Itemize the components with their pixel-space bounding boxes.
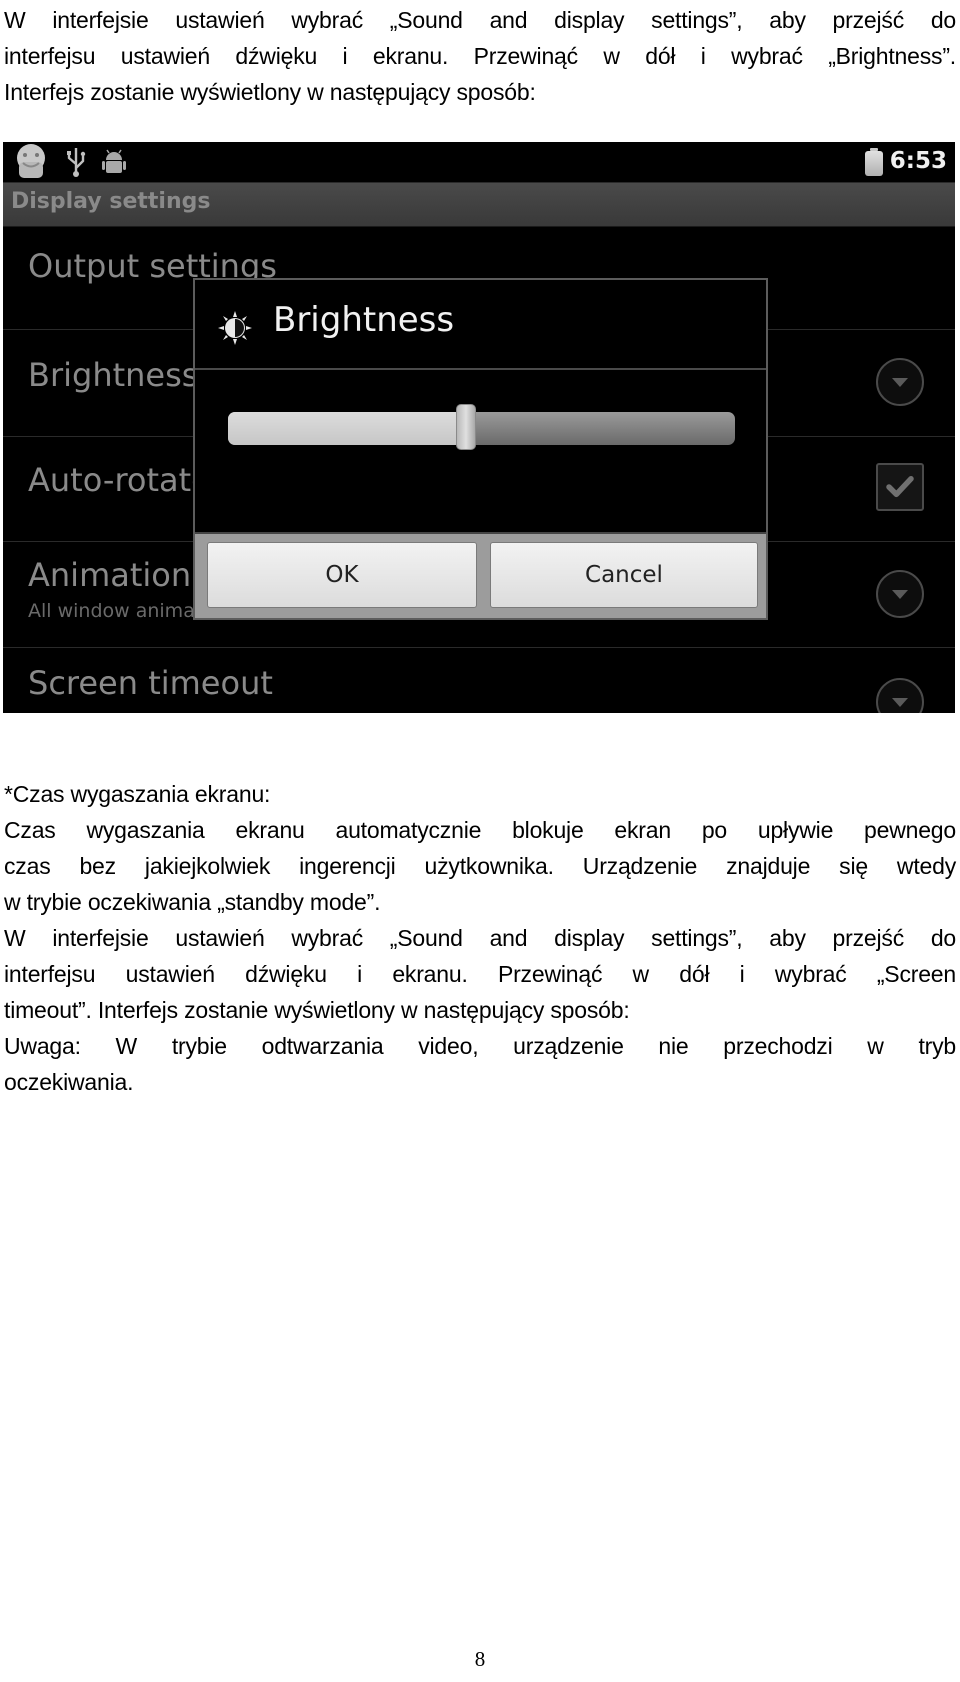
slider-thumb[interactable] bbox=[456, 404, 477, 450]
dialog-title: Brightness bbox=[273, 300, 455, 340]
dialog-button-bar: OK Cancel bbox=[195, 532, 766, 618]
text-line: W interfejsie ustawień wybrać „Sound and… bbox=[4, 925, 956, 951]
section-heading: *Czas wygaszania ekranu: bbox=[4, 781, 271, 807]
setting-title: Animation bbox=[28, 556, 192, 594]
battery-icon bbox=[865, 148, 883, 176]
text-line: interfejsu ustawień dźwięku i ekranu. Pr… bbox=[4, 961, 956, 987]
auto-rotate-checkbox[interactable] bbox=[876, 463, 924, 511]
status-time: 6:53 bbox=[889, 148, 947, 174]
brightness-icon bbox=[218, 311, 252, 345]
setting-title: Screen timeout bbox=[28, 664, 273, 702]
brightness-dialog: Brightness OK Cancel bbox=[193, 278, 768, 620]
text-line: w trybie oczekiwania „standby mode”. bbox=[4, 889, 381, 915]
status-bar: 6:53 bbox=[3, 142, 955, 182]
dropdown-arrow-icon[interactable] bbox=[876, 570, 924, 618]
setting-screen-timeout[interactable]: Screen timeout bbox=[3, 648, 955, 713]
slider-fill bbox=[228, 412, 467, 445]
usb-icon bbox=[67, 148, 86, 177]
text-line: timeout”. Interfejs zostanie wyświetlony… bbox=[4, 997, 630, 1023]
title-bar: Display settings bbox=[3, 182, 955, 227]
text-line: czas bez jakiejkolwiek ingerencji użytko… bbox=[4, 853, 956, 879]
usb-debugging-icon bbox=[102, 149, 126, 173]
android-notification-icon bbox=[17, 144, 45, 178]
screen-title: Display settings bbox=[11, 189, 211, 214]
brightness-slider[interactable] bbox=[228, 404, 735, 450]
text-line: Interfejs zostanie wyświetlony w następu… bbox=[4, 79, 536, 105]
display-settings-screenshot: 6:53 Display settings Output settings Br… bbox=[3, 142, 955, 713]
text-line: W interfejsie ustawień wybrać „Sound and… bbox=[4, 7, 956, 33]
dialog-header: Brightness bbox=[195, 280, 766, 370]
note-line: oczekiwania. bbox=[4, 1069, 134, 1095]
text-line: Czas wygaszania ekranu automatycznie blo… bbox=[4, 817, 956, 843]
text-line: interfejsu ustawień dźwięku i ekranu. Pr… bbox=[4, 43, 956, 69]
intro-paragraph: W interfejsie ustawień wybrać „Sound and… bbox=[4, 2, 956, 110]
dropdown-arrow-icon[interactable] bbox=[876, 678, 924, 713]
page-number: 8 bbox=[474, 1647, 486, 1671]
ok-button[interactable]: OK bbox=[207, 542, 477, 608]
checkmark-icon bbox=[886, 476, 914, 498]
cancel-button[interactable]: Cancel bbox=[490, 542, 758, 608]
setting-title: Brightness bbox=[28, 356, 199, 394]
note-line: Uwaga: W trybie odtwarzania video, urząd… bbox=[4, 1033, 956, 1059]
dropdown-arrow-icon[interactable] bbox=[876, 358, 924, 406]
screen-timeout-section: *Czas wygaszania ekranu: Czas wygaszania… bbox=[4, 776, 956, 1100]
